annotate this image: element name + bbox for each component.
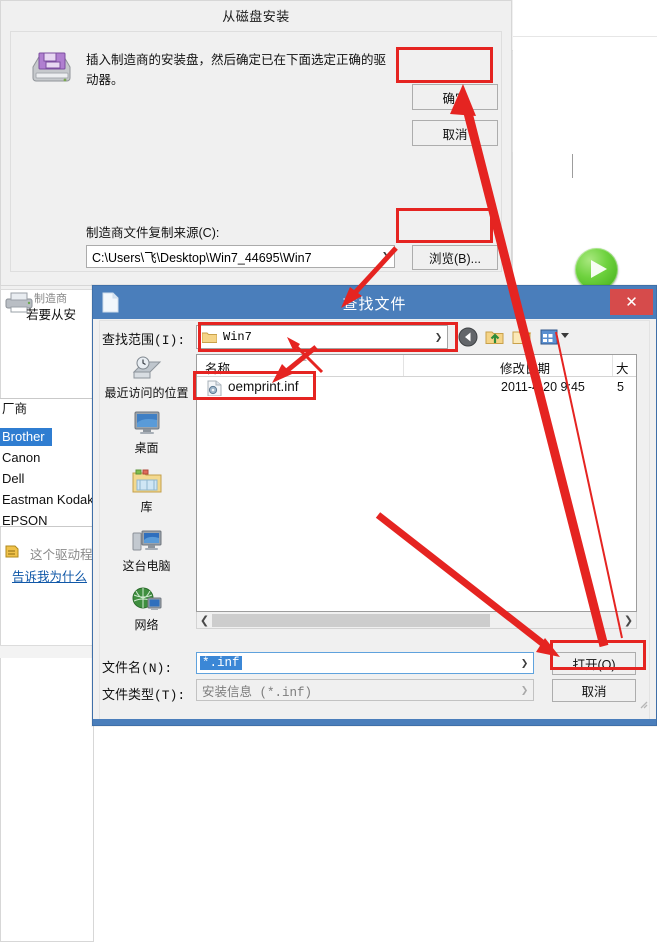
chevron-down-icon[interactable]: ❯ [516,658,533,669]
wizard-bottom-band [0,646,92,658]
printer-wizard-window [0,272,94,942]
file-size: 5 [617,380,624,394]
wizard-prompt: 若要从安 [26,308,77,322]
ok-button[interactable]: 确定 [412,84,498,110]
sidebar-item-label: 网络 [134,618,159,632]
manufacturer-column-header: 厂商 [2,402,28,416]
chevron-down-icon[interactable] [561,333,569,338]
driver-help-link[interactable]: 告诉我为什么 [12,566,87,585]
highlight-ok-button [396,47,493,83]
sort-indicator-icon [297,356,307,361]
horizontal-scrollbar[interactable]: ❮ ❯ [196,612,637,629]
recent-places-icon [132,356,161,379]
file-modified: 2011-4-20 9:45 [501,380,585,394]
this-pc-icon [132,530,161,551]
filename-value: *.inf [200,656,242,670]
sidebar-item-label: 桌面 [134,441,159,455]
list-item[interactable]: EPSON [0,512,48,530]
sidebar-item-this-pc[interactable]: 这台电脑 [100,527,193,574]
network-icon [132,587,161,610]
views-icon[interactable] [539,327,559,347]
page-title: 从磁盘安装 [222,9,290,24]
filetype-label: 文件类型(T): [102,688,186,703]
scroll-right-icon[interactable]: ❯ [621,614,636,627]
list-item[interactable]: Dell [0,470,24,488]
chevron-down-icon[interactable]: ❯ [377,251,394,262]
highlight-open-button [550,640,646,670]
scrollbar-thumb[interactable] [212,613,490,627]
source-label: 制造商文件复制来源(C): [86,226,220,240]
shield-icon [5,545,19,558]
install-from-disk-dialog: 从磁盘安装 插入制造商的安装盘，然后确定已在下面选定正确的驱动器。 确定 取消 … [0,0,512,286]
find-dialog-titlebar: 查找文件 ✕ [93,286,656,319]
find-dialog-bottom-band [93,719,656,725]
browse-button[interactable]: 浏览(B)... [412,245,498,270]
highlight-lookin-combobox [198,322,458,352]
sidebar-item-recent[interactable]: 最近访问的位置 [100,354,193,401]
resize-grip-icon[interactable] [639,700,648,709]
source-path-value: C:\Users\飞\Desktop\Win7_44695\Win7 [92,251,312,265]
highlight-inf-file [193,371,316,400]
column-header-size[interactable]: 大 [616,358,629,377]
column-header-modified[interactable]: 修改日期 [500,358,550,377]
up-folder-icon[interactable] [485,327,505,347]
sidebar-item-label: 这台电脑 [122,559,171,573]
filetype-combobox[interactable]: 安装信息 (*.inf) ❯ [196,679,534,701]
source-path-combobox[interactable]: C:\Users\飞\Desktop\Win7_44695\Win7 ❯ [86,245,395,268]
sidebar-item-network[interactable]: 网络 [100,586,193,633]
list-item[interactable]: Eastman Kodak [0,491,94,509]
find-dialog-title: 查找文件 [342,296,407,313]
cancel-button[interactable]: 取消 [412,120,498,146]
places-bar: 最近访问的位置 桌面 库 这台电脑 网络 [100,354,193,649]
filename-label: 文件名(N): [102,661,173,676]
library-icon [132,469,161,493]
desktop-icon [134,411,159,434]
list-item[interactable]: Brother [0,428,52,446]
install-message: 插入制造商的安装盘，然后确定已在下面选定正确的驱动器。 [86,53,387,87]
scroll-left-icon[interactable]: ❮ [197,614,212,627]
sidebar-item-desktop[interactable]: 桌面 [100,409,193,456]
sidebar-item-label: 最近访问的位置 [104,386,189,400]
find-cancel-button[interactable]: 取消 [552,679,636,702]
background-window-body-2 [512,152,572,286]
highlight-browse-button [396,208,493,243]
lookin-label: 查找范围(I): [102,333,186,348]
back-icon[interactable] [458,327,478,347]
chevron-down-icon[interactable]: ❯ [516,685,533,696]
floppy-disk-icon [32,52,71,82]
sidebar-item-label: 库 [140,500,153,514]
new-folder-icon[interactable] [512,327,532,347]
install-dialog-titlebar: 从磁盘安装 [1,1,511,28]
sidebar-item-library[interactable]: 库 [100,468,193,515]
list-item[interactable]: Canon [0,449,40,467]
filetype-value: 安装信息 (*.inf) [202,685,313,700]
background-divider [512,36,657,37]
filename-combobox[interactable]: *.inf ❯ [196,652,534,674]
close-icon[interactable]: ✕ [610,289,653,315]
